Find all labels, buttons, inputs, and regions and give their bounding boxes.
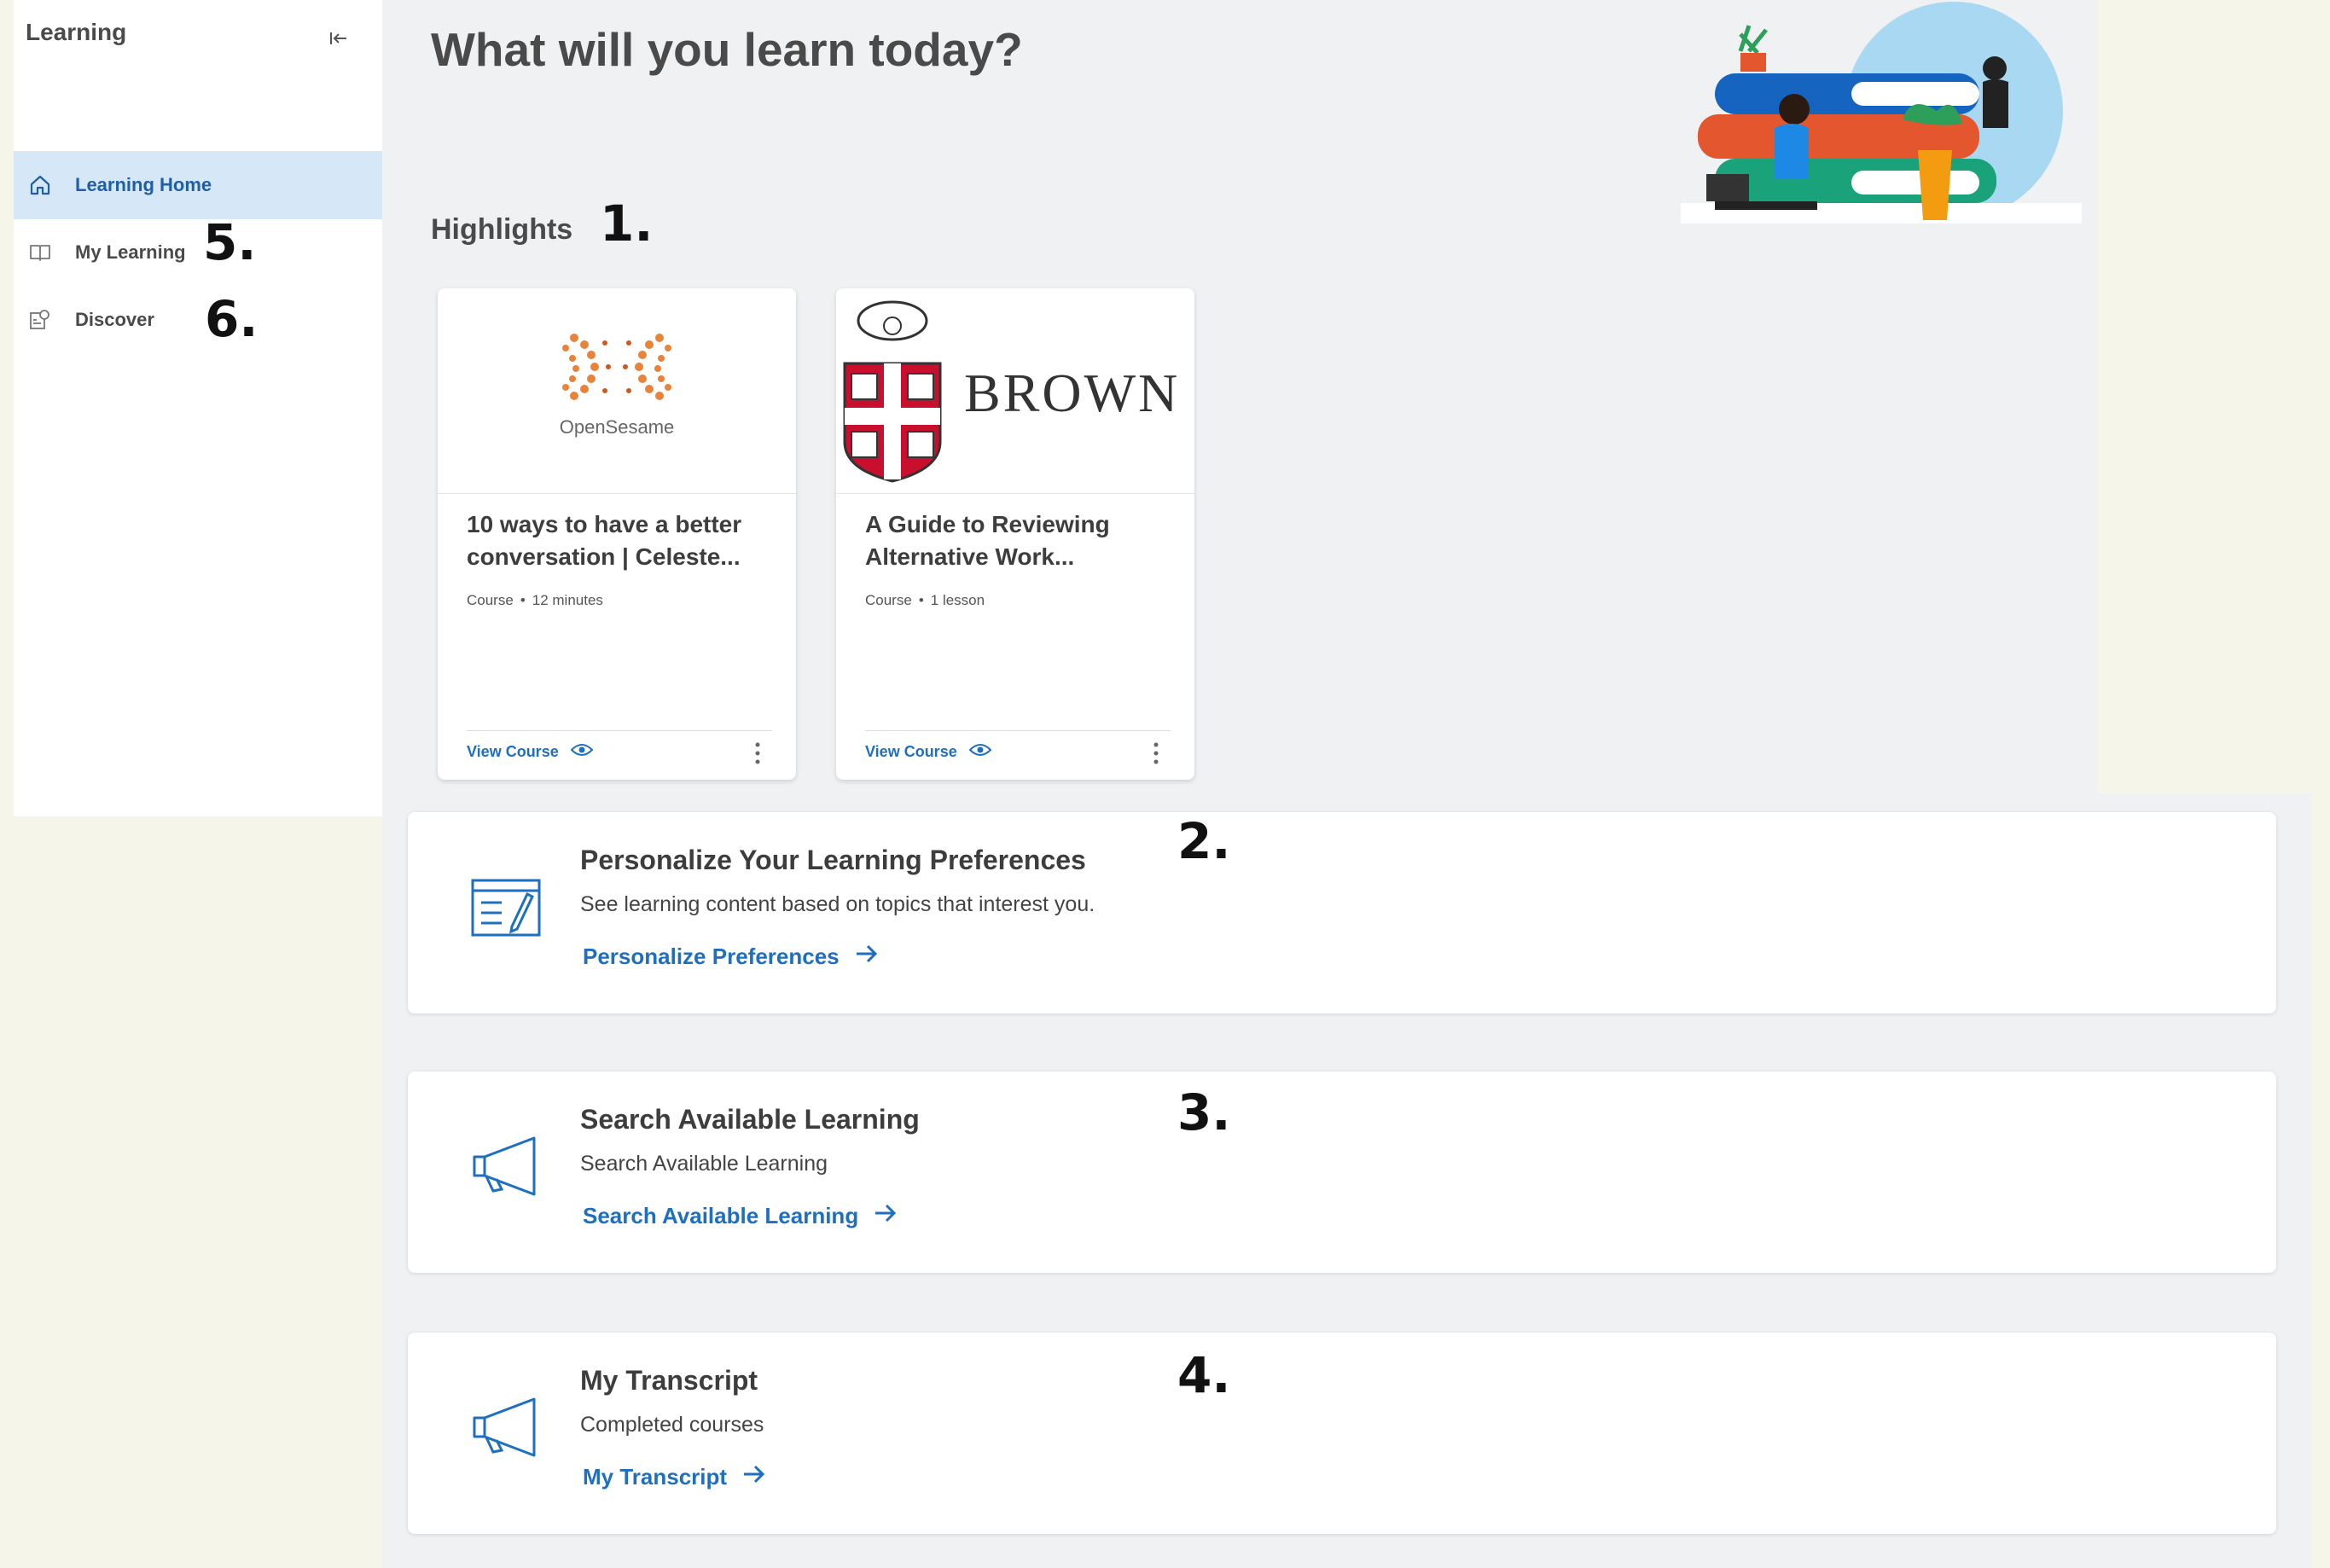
- panel-title: Search Available Learning: [580, 1104, 920, 1135]
- course-thumbnail: OpenSesame: [438, 288, 796, 494]
- annotation-marker-4: 4.: [1177, 1346, 1231, 1404]
- course-duration: 1 lesson: [930, 592, 985, 608]
- provider-logo-text: BROWN: [964, 363, 1181, 423]
- collapse-sidebar-icon[interactable]: [326, 26, 352, 51]
- personalize-preferences-link[interactable]: Personalize Preferences: [583, 944, 879, 970]
- annotation-marker-2: 2.: [1177, 812, 1231, 870]
- eye-icon: [570, 742, 594, 762]
- divider: [865, 730, 1171, 731]
- my-transcript-link[interactable]: My Transcript: [583, 1464, 766, 1490]
- sidebar: Learning Learning Home My Learning Disco…: [14, 0, 382, 816]
- course-thumbnail: BROWN: [836, 288, 1194, 494]
- sidebar-title: Learning: [26, 19, 127, 45]
- panel-title: Personalize Your Learning Preferences: [580, 845, 1086, 875]
- view-course-label: View Course: [467, 743, 559, 760]
- edit-document-icon: [468, 868, 544, 945]
- search-available-learning-link[interactable]: Search Available Learning: [583, 1203, 898, 1229]
- more-options-icon[interactable]: [1152, 739, 1160, 768]
- search-available-learning-panel: Search Available Learning Search Availab…: [408, 1071, 2276, 1273]
- highlights-heading: Highlights: [431, 213, 573, 246]
- view-course-link[interactable]: View Course: [467, 742, 594, 762]
- sidebar-item-learning-home[interactable]: Learning Home: [14, 151, 382, 219]
- arrow-right-icon: [874, 1203, 898, 1229]
- sidebar-item-discover[interactable]: Discover: [14, 286, 382, 354]
- hero-illustration: [1681, 0, 2090, 224]
- view-course-link[interactable]: View Course: [865, 742, 992, 762]
- my-transcript-panel: My Transcript Completed courses My Trans…: [408, 1333, 2276, 1534]
- home-icon: [27, 172, 53, 198]
- megaphone-icon: [468, 1389, 544, 1466]
- arrow-right-icon: [742, 1464, 766, 1490]
- provider-logo-text: OpenSesame: [559, 416, 675, 438]
- page-title: What will you learn today?: [431, 23, 1023, 76]
- course-card[interactable]: OpenSesame 10 ways to have a better conv…: [438, 288, 796, 780]
- panel-description: Search Available Learning: [580, 1152, 828, 1176]
- link-label: My Transcript: [583, 1464, 728, 1490]
- course-meta: Course • 1 lesson: [865, 592, 985, 608]
- course-type: Course: [467, 592, 514, 608]
- course-title: 10 ways to have a better conversation | …: [467, 511, 742, 570]
- course-duration: 12 minutes: [532, 592, 603, 608]
- sidebar-item-label: Learning Home: [75, 174, 212, 195]
- sidebar-item-my-learning[interactable]: My Learning: [14, 218, 382, 287]
- divider: [467, 730, 772, 731]
- view-course-label: View Course: [865, 743, 957, 760]
- sidebar-item-label: Discover: [75, 309, 154, 330]
- course-type: Course: [865, 592, 912, 608]
- panel-title: My Transcript: [580, 1365, 758, 1396]
- link-label: Search Available Learning: [583, 1203, 859, 1228]
- sidebar-item-label: My Learning: [75, 241, 186, 263]
- personalize-preferences-panel: Personalize Your Learning Preferences Se…: [408, 812, 2276, 1013]
- eye-icon: [968, 742, 992, 762]
- panel-description: Completed courses: [580, 1413, 764, 1437]
- panel-description: See learning content based on topics tha…: [580, 892, 1095, 916]
- annotation-marker-5: 5.: [203, 213, 257, 271]
- annotation-marker-6: 6.: [205, 290, 259, 348]
- more-options-icon[interactable]: [753, 739, 762, 768]
- course-title: A Guide to Reviewing Alternative Work...: [865, 511, 1110, 570]
- link-label: Personalize Preferences: [583, 944, 840, 969]
- megaphone-icon: [468, 1128, 544, 1205]
- arrow-right-icon: [855, 944, 879, 970]
- annotation-marker-3: 3.: [1177, 1083, 1231, 1141]
- course-card[interactable]: BROWN A Guide to Reviewing Alternative W…: [836, 288, 1194, 780]
- annotation-marker-1: 1.: [600, 195, 654, 253]
- book-icon: [27, 240, 53, 265]
- course-meta: Course • 12 minutes: [467, 592, 603, 608]
- discover-icon: [27, 307, 53, 333]
